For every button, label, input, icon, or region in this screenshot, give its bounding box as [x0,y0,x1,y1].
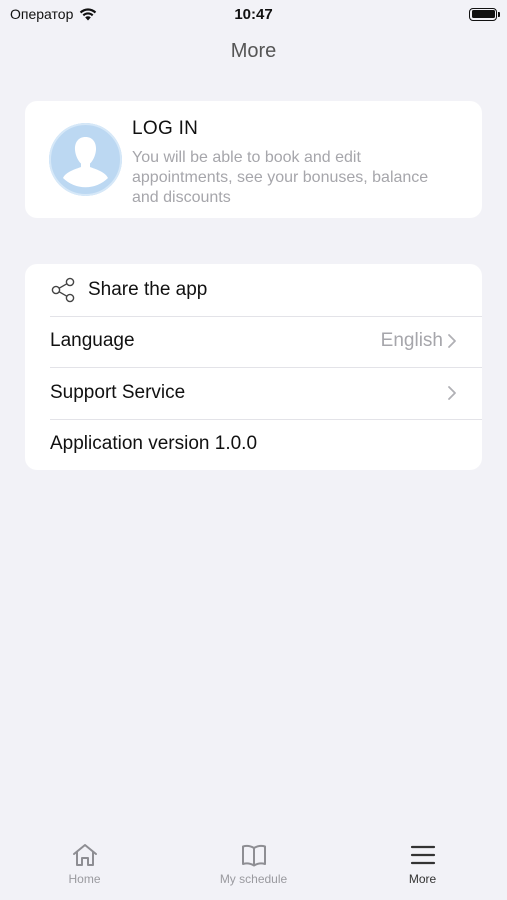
language-value-text: English [380,330,443,352]
login-title: LOG IN [132,118,199,139]
wifi-icon [80,8,97,21]
tab-my-schedule-label: My schedule [219,872,288,886]
chevron-right-icon [448,334,456,349]
login-card[interactable]: LOG IN You will be able to book and edit… [25,101,482,218]
tab-my-schedule[interactable]: My schedule [194,842,314,886]
share-app-label: Share the app [88,278,208,300]
tab-bar: Home My schedule More [0,828,507,900]
language-label: Language [50,330,135,352]
avatar [49,123,122,196]
support-service-label: Support Service [50,381,186,403]
login-description: You will be able to book and edit appoin… [132,149,429,206]
app-version-label: Application version 1.0.0 [50,433,258,455]
share-icon [51,277,75,303]
chevron-right-icon [448,385,456,400]
book-icon [241,844,266,867]
menu-icon [410,845,435,865]
tab-home[interactable]: Home [25,842,145,886]
home-icon [72,844,97,866]
language-row[interactable]: Language English [25,315,482,368]
battery-fill [471,10,495,18]
language-value: English [381,330,457,352]
more-screen: Оператор 10:47 More LOG IN You will be a… [0,0,507,900]
page-title: More [230,40,277,62]
share-app-row[interactable]: Share the app [25,264,482,316]
tab-more[interactable]: More [363,842,483,886]
support-service-row[interactable]: Support Service [25,367,482,419]
tab-more-label: More [408,872,437,886]
status-left: Оператор [10,6,97,22]
user-silhouette-icon [49,123,122,196]
status-bar: Оператор 10:47 [0,0,507,28]
carrier-label: Оператор [10,6,74,22]
app-version-row: Application version 1.0.0 [25,418,482,471]
battery-icon [469,7,500,21]
login-text: LOG IN You will be able to book and edit… [132,118,432,208]
tab-home-label: Home [68,872,101,886]
settings-list: Share the app Language English Support S… [25,264,482,470]
